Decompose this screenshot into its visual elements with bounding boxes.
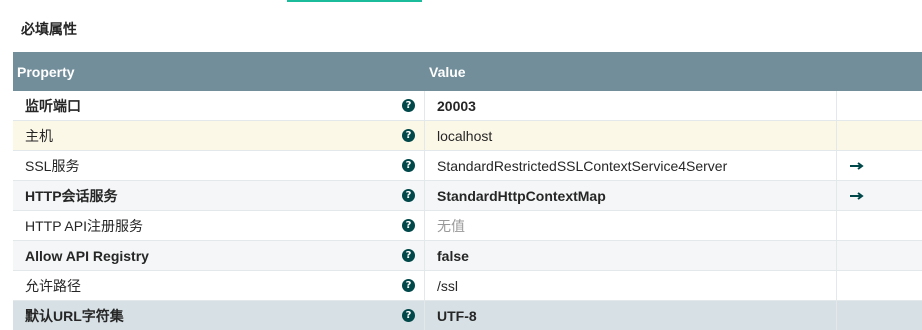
action-cell [837,211,922,240]
properties-page: 必填属性 Property Value 监听端口? 20003 主机? localho… [0,0,922,330]
property-value: StandardHttpContextMap [437,187,606,204]
header-value[interactable]: Value [425,64,466,80]
property-cell: Allow API Registry? [13,241,425,270]
value-cell[interactable]: StandardHttpContextMap [425,181,837,210]
value-cell[interactable]: /ssl [425,271,837,300]
property-name: Allow API Registry [25,247,149,264]
property-value: /ssl [437,277,458,294]
value-cell[interactable]: false [425,241,837,270]
property-name: SSL服务 [25,157,80,174]
property-value: false [437,247,469,264]
value-cell[interactable]: StandardRestrictedSSLContextService4Serv… [425,151,837,180]
property-name: 监听端口 [25,97,81,114]
help-icon[interactable]: ? [402,219,415,232]
action-cell [837,121,922,150]
table-row[interactable]: 默认URL字符集? UTF-8 [13,301,922,330]
help-icon[interactable]: ? [402,159,415,172]
action-cell [837,241,922,270]
action-cell [837,181,922,210]
property-value: StandardRestrictedSSLContextService4Serv… [437,157,728,174]
table-row[interactable]: SSL服务? StandardRestrictedSSLContextServic… [13,151,922,181]
table-row[interactable]: HTTP API注册服务? 无值 [13,211,922,241]
section-title: 必填属性 [21,22,77,38]
table-body: 监听端口? 20003 主机? localhost SSL服务? StandardRest… [13,91,922,330]
table-row[interactable]: HTTP会话服务? StandardHttpContextMap [13,181,922,211]
property-value: 无值 [437,217,465,234]
properties-table: Property Value 监听端口? 20003 主机? localhost SSL… [13,52,922,330]
value-cell[interactable]: 20003 [425,91,837,120]
help-icon[interactable]: ? [402,129,415,142]
property-value: UTF-8 [437,307,477,324]
property-name: 默认URL字符集 [25,307,124,324]
help-icon[interactable]: ? [402,249,415,262]
property-cell: HTTP会话服务? [13,181,425,210]
active-tab-indicator [287,0,422,2]
header-property[interactable]: Property [13,64,425,80]
table-row[interactable]: 监听端口? 20003 [13,91,922,121]
property-name: 主机 [25,127,53,144]
action-cell [837,91,922,120]
property-cell: 监听端口? [13,91,425,120]
table-row[interactable]: Allow API Registry? false [13,241,922,271]
action-cell [837,271,922,300]
action-cell [837,151,922,180]
property-cell: 允许路径? [13,271,425,300]
table-row[interactable]: 主机? localhost [13,121,922,151]
property-cell: HTTP API注册服务? [13,211,425,240]
property-value: localhost [437,127,493,144]
value-cell[interactable]: localhost [425,121,837,150]
help-icon[interactable]: ? [402,279,415,292]
property-cell: 默认URL字符集? [13,301,425,330]
table-header: Property Value [13,52,922,91]
property-cell: SSL服务? [13,151,425,180]
property-name: HTTP会话服务 [25,187,118,204]
arrow-right-icon[interactable] [849,161,865,171]
property-name: 允许路径 [25,277,81,294]
help-icon[interactable]: ? [402,99,415,112]
property-name: HTTP API注册服务 [25,217,143,234]
value-cell[interactable]: UTF-8 [425,301,837,330]
value-cell[interactable]: 无值 [425,211,837,240]
property-value: 20003 [437,97,476,114]
action-cell [837,301,922,330]
arrow-right-icon[interactable] [849,191,865,201]
help-icon[interactable]: ? [402,189,415,202]
table-row[interactable]: 允许路径? /ssl [13,271,922,301]
property-cell: 主机? [13,121,425,150]
help-icon[interactable]: ? [402,309,415,322]
